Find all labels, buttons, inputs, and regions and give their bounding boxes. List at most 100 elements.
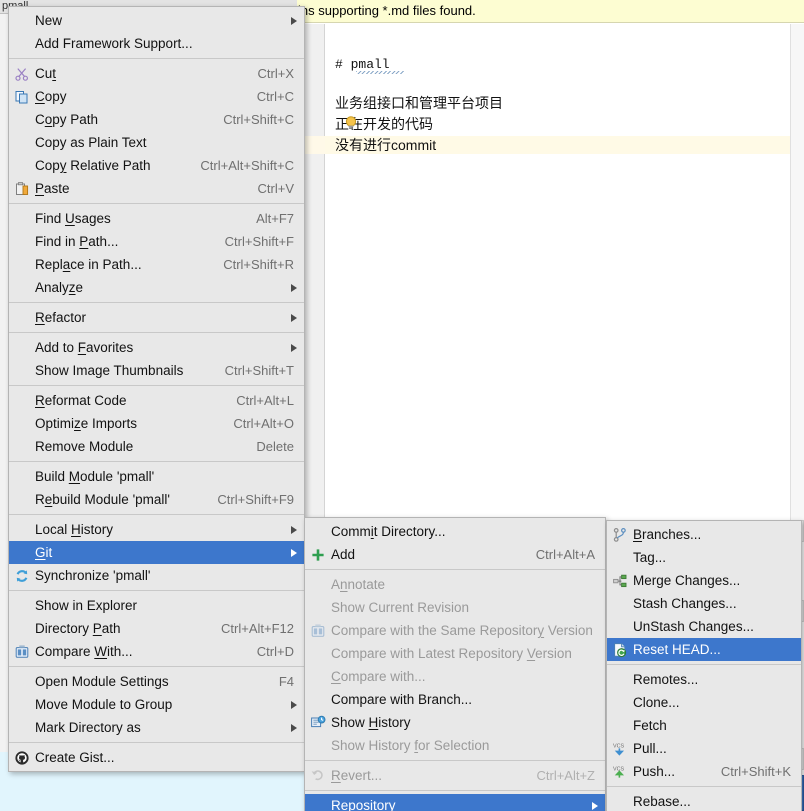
chevron-right-icon [291,313,297,322]
menu-item-push[interactable]: VCS Push... Ctrl+Shift+K [607,760,801,783]
menu-item-analyze[interactable]: Analyze [9,276,304,299]
menu-item-show-in-explorer[interactable]: Show in Explorer [9,594,304,617]
menu-item-add[interactable]: Add Ctrl+Alt+A [305,543,605,566]
menu-item-shortcut: Ctrl+V [257,181,294,196]
lightbulb-icon[interactable] [345,116,357,130]
menu-item-label: Find Usages [35,211,111,226]
menu-item-label: Fetch [633,718,667,733]
menu-item-move-module-to-group[interactable]: Move Module to Group [9,693,304,716]
menu-item-rebuild-module-pmall[interactable]: Rebuild Module 'pmall' Ctrl+Shift+F9 [9,488,304,511]
menu-item-remotes[interactable]: Remotes... [607,668,801,691]
menu-icon-slot [9,110,35,130]
menu-icon-slot [305,575,331,595]
menu-item-shortcut: Ctrl+C [256,89,294,104]
menu-item-label: Compare with Latest Repository Version [331,646,572,661]
menu-item-copy-path[interactable]: Copy Path Ctrl+Shift+C [9,108,304,131]
menu-item-remove-module[interactable]: Remove Module Delete [9,435,304,458]
menu-item-reformat-code[interactable]: Reformat Code Ctrl+Alt+L [9,389,304,412]
menu-item-git[interactable]: Git [9,541,304,564]
menu-icon-slot [9,278,35,298]
menu-icon-slot [9,672,35,692]
menu-item-optimize-imports[interactable]: Optimize Imports Ctrl+Alt+O [9,412,304,435]
menu-item-cut[interactable]: Cut Ctrl+X [9,62,304,85]
menu-icon-slot [9,232,35,252]
menu-item-label: Add [331,547,356,562]
plus-icon [305,545,331,565]
menu-item-label: Git [35,545,53,560]
menu-icon-slot [9,596,35,616]
menu-item-clone[interactable]: Clone... [607,691,801,714]
github-icon [15,750,29,765]
menu-item-label: Clone... [633,695,680,710]
menu-item-find-usages[interactable]: Find Usages Alt+F7 [9,207,304,230]
git-submenu[interactable]: Commit Directory... Add Ctrl+Alt+A Annotate… [304,517,606,811]
menu-item-show-history-for-selection: Show History for Selection [305,734,605,757]
menu-item-tag[interactable]: Tag... [607,546,801,569]
menu-item-fetch[interactable]: Fetch [607,714,801,737]
menu-item-copy[interactable]: Copy Ctrl+C [9,85,304,108]
repository-submenu[interactable]: Branches... Tag... Merge Changes... Stash C… [606,520,802,811]
menu-item-show-image-thumbnails[interactable]: Show Image Thumbnails Ctrl+Shift+T [9,359,304,382]
menu-item-shortcut: F4 [278,674,294,689]
menu-item-create-gist[interactable]: Create Gist... [9,746,304,769]
menu-icon-slot [607,716,633,736]
menu-item-label: Revert... [331,768,383,783]
menu-item-stash-changes[interactable]: Stash Changes... [607,592,801,615]
menu-icon-slot [607,792,633,811]
menu-item-label: Copy [35,89,67,104]
menu-item-compare-with[interactable]: Compare With... Ctrl+D [9,640,304,663]
menu-item-rebase[interactable]: Rebase... [607,790,801,811]
menu-item-label: Show Current Revision [331,600,470,615]
branch-icon [613,527,626,542]
menu-item-replace-in-path[interactable]: Replace in Path... Ctrl+Shift+R [9,253,304,276]
menu-item-label: Push... [633,764,676,779]
menu-item-label: Copy Path [35,112,99,127]
menu-item-add-to-favorites[interactable]: Add to Favorites [9,336,304,359]
menu-item-branches[interactable]: Branches... [607,523,801,546]
menu-item-directory-path[interactable]: Directory Path Ctrl+Alt+F12 [9,617,304,640]
menu-item-label: Add to Favorites [35,340,134,355]
menu-item-label: Branches... [633,527,702,542]
menu-item-label: UnStash Changes... [633,619,754,634]
menu-icon-slot [9,209,35,229]
menu-item-commit-directory[interactable]: Commit Directory... [305,520,605,543]
sync-icon [9,566,35,586]
menu-item-mark-directory-as[interactable]: Mark Directory as [9,716,304,739]
project-context-menu[interactable]: New Add Framework Support... Cut Ctrl+X Copy… [8,6,305,772]
menu-item-refactor[interactable]: Refactor [9,306,304,329]
menu-item-label: Local History [35,522,114,537]
menu-item-paste[interactable]: Paste Ctrl+V [9,177,304,200]
menu-item-local-history[interactable]: Local History [9,518,304,541]
menu-item-find-in-path[interactable]: Find in Path... Ctrl+Shift+F [9,230,304,253]
vcs-push-icon: VCS [613,766,624,778]
menu-item-reset-head[interactable]: Reset HEAD... [607,638,801,661]
menu-item-label: Rebuild Module 'pmall' [35,492,170,507]
menu-item-new[interactable]: New [9,9,304,32]
menu-item-merge-changes[interactable]: Merge Changes... [607,569,801,592]
menu-icon-slot [607,594,633,614]
menu-item-open-module-settings[interactable]: Open Module Settings F4 [9,670,304,693]
menu-item-synchronize-pmall[interactable]: Synchronize 'pmall' [9,564,304,587]
scissors-icon [9,64,35,84]
menu-item-add-framework-support[interactable]: Add Framework Support... [9,32,304,55]
menu-item-copy-as-plain-text[interactable]: Copy as Plain Text [9,131,304,154]
menu-icon-slot [305,522,331,542]
github-icon [9,748,35,768]
menu-item-shortcut: Ctrl+Alt+Z [536,768,595,783]
menu-item-copy-relative-path[interactable]: Copy Relative Path Ctrl+Alt+Shift+C [9,154,304,177]
menu-separator [9,666,304,667]
menu-item-label: Analyze [35,280,84,295]
menu-item-label: Stash Changes... [633,596,737,611]
menu-icon-slot [9,361,35,381]
chevron-right-icon [291,723,297,732]
menu-item-compare-with-branch[interactable]: Compare with Branch... [305,688,605,711]
sync-icon [16,569,28,582]
menu-item-show-history[interactable]: Show History [305,711,605,734]
menu-icon-slot [305,644,331,664]
menu-item-repository[interactable]: Repository [305,794,605,811]
menu-item-unstash-changes[interactable]: UnStash Changes... [607,615,801,638]
menu-item-build-module-pmall[interactable]: Build Module 'pmall' [9,465,304,488]
compare-icon [305,621,331,641]
plus-icon [312,548,324,561]
menu-item-pull[interactable]: VCS Pull... [607,737,801,760]
